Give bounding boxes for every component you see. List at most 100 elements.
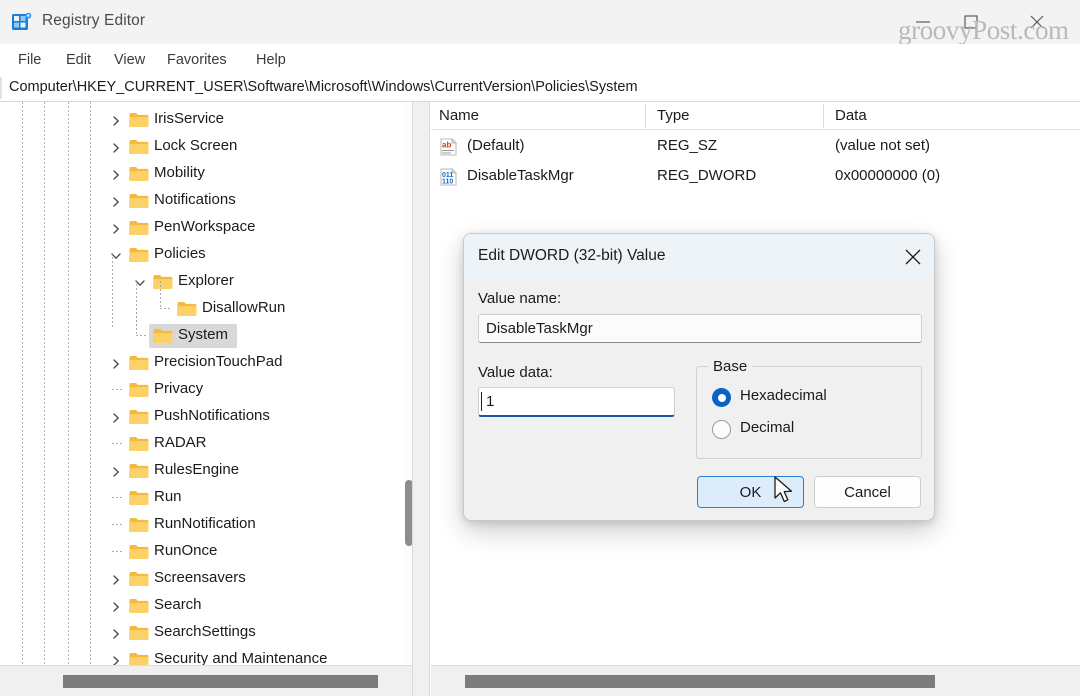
tree-item-label: PenWorkspace <box>154 218 256 235</box>
chevron-right-icon[interactable] <box>110 357 122 369</box>
chevron-right-icon[interactable] <box>110 195 122 207</box>
tree-connector <box>112 524 124 525</box>
tree-item-runnotification[interactable]: RunNotification <box>0 511 400 538</box>
tree-item-precisiontouchpad[interactable]: PrecisionTouchPad <box>0 349 400 376</box>
tree-item-searchsettings[interactable]: SearchSettings <box>0 619 400 646</box>
base-group-label: Base <box>708 358 753 375</box>
value-name: DisableTaskMgr <box>467 167 574 184</box>
tree-item-label: RunOnce <box>154 542 218 559</box>
chevron-right-icon[interactable] <box>110 114 122 126</box>
folder-icon <box>129 652 149 665</box>
folder-icon <box>129 355 149 371</box>
minimize-button[interactable] <box>900 0 946 44</box>
tree-item-label: Policies <box>154 245 206 262</box>
tree-horizontal-scrollbar-thumb[interactable] <box>63 675 378 688</box>
column-header-type[interactable]: Type <box>657 107 690 124</box>
chevron-right-icon[interactable] <box>110 627 122 639</box>
chevron-right-icon[interactable] <box>110 465 122 477</box>
tree-item-explorer[interactable]: Explorer <box>0 268 400 295</box>
value-type: REG_DWORD <box>657 167 757 184</box>
ok-button-label: OK <box>739 483 762 501</box>
folder-icon <box>153 328 173 344</box>
folder-icon <box>129 544 149 560</box>
tree-item-label: RunNotification <box>154 515 256 532</box>
address-bar[interactable]: Computer\HKEY_CURRENT_USER\Software\Micr… <box>0 75 1080 102</box>
tree-item-irisservice[interactable]: IrisService <box>0 106 400 133</box>
tree-horizontal-scrollbar[interactable] <box>0 665 412 696</box>
list-horizontal-scrollbar[interactable] <box>431 665 1080 696</box>
menu-item-help[interactable]: Help <box>252 50 290 70</box>
column-divider[interactable] <box>823 104 824 128</box>
tree-connector <box>112 497 124 498</box>
value-data-text: 1 <box>486 393 495 410</box>
tree-connector <box>112 443 124 444</box>
tree-connector <box>112 389 124 390</box>
chevron-right-icon[interactable] <box>110 141 122 153</box>
registry-path: Computer\HKEY_CURRENT_USER\Software\Micr… <box>9 79 638 95</box>
tree-item-label: RulesEngine <box>154 461 240 478</box>
value-row[interactable]: 011 110 DisableTaskMgr REG_DWORD 0x00000000 … <box>431 162 1080 192</box>
tree-item-mobility[interactable]: Mobility <box>0 160 400 187</box>
menu-item-file[interactable]: File <box>14 50 45 70</box>
tree-item-label: PrecisionTouchPad <box>154 353 283 370</box>
value-data: (value not set) <box>835 137 931 154</box>
pane-splitter[interactable] <box>412 102 430 696</box>
value-data-label: Value data: <box>478 364 553 381</box>
tree-item-runonce[interactable]: RunOnce <box>0 538 400 565</box>
tree-item-label: IrisService <box>154 110 225 127</box>
chevron-right-icon[interactable] <box>110 573 122 585</box>
value-row[interactable]: ab (Default) REG_SZ (value not set) <box>431 132 1080 162</box>
column-divider[interactable] <box>645 104 646 128</box>
radio-unselected-icon[interactable] <box>712 420 731 439</box>
chevron-right-icon[interactable] <box>110 411 122 423</box>
tree-item-notifications[interactable]: Notifications <box>0 187 400 214</box>
tree-item-label: DisallowRun <box>202 299 286 316</box>
tree-item-search[interactable]: Search <box>0 592 400 619</box>
tree-item-privacy[interactable]: Privacy <box>0 376 400 403</box>
column-header-name[interactable]: Name <box>439 107 479 124</box>
maximize-button[interactable] <box>948 0 994 44</box>
menu-item-view[interactable]: View <box>110 50 149 70</box>
ok-button[interactable]: OK <box>697 476 804 508</box>
column-header-data[interactable]: Data <box>835 107 867 124</box>
registry-editor-icon <box>12 12 32 31</box>
tree-connector <box>160 281 161 309</box>
tree-item-rulesengine[interactable]: RulesEngine <box>0 457 400 484</box>
tree-item-system[interactable]: System <box>0 308 400 349</box>
dialog-close-button[interactable] <box>890 234 934 280</box>
tree-item-run[interactable]: Run <box>0 484 400 511</box>
tree-item-lock-screen[interactable]: Lock Screen <box>0 133 400 160</box>
list-horizontal-scrollbar-thumb[interactable] <box>465 675 935 688</box>
tree-item-security-and-maintenance[interactable]: Security and Maintenance <box>0 646 400 665</box>
chevron-right-icon[interactable] <box>110 222 122 234</box>
dword-value-icon: 011 110 <box>439 167 458 186</box>
tree-item-label: Lock Screen <box>154 137 238 154</box>
folder-icon <box>129 409 149 425</box>
registry-key-tree[interactable]: IrisService Lock Screen Mobility Notificati… <box>0 102 412 665</box>
title-bar: Registry Editor groovyPost.com <box>0 0 1080 45</box>
folder-icon <box>129 571 149 587</box>
radio-dot <box>717 393 726 402</box>
tree-item-label: Run <box>154 488 182 505</box>
tree-item-pushnotifications[interactable]: PushNotifications <box>0 403 400 430</box>
folder-icon <box>129 625 149 641</box>
menu-item-edit[interactable]: Edit <box>62 50 95 70</box>
tree-item-radar[interactable]: RADAR <box>0 430 400 457</box>
tree-connector <box>112 253 113 329</box>
value-name-input[interactable]: DisableTaskMgr <box>478 314 922 343</box>
tree-item-penworkspace[interactable]: PenWorkspace <box>0 214 400 241</box>
value-data-input[interactable]: 1 <box>478 387 675 417</box>
value-name-text: DisableTaskMgr <box>486 320 593 337</box>
radio-selected-icon[interactable] <box>712 388 731 407</box>
folder-icon <box>177 301 197 317</box>
tree-item-policies[interactable]: Policies <box>0 241 400 268</box>
chevron-right-icon[interactable] <box>110 600 122 612</box>
close-button[interactable] <box>1014 0 1060 44</box>
menu-item-favorites[interactable]: Favorites <box>163 50 231 70</box>
cancel-button[interactable]: Cancel <box>814 476 921 508</box>
tree-item-screensavers[interactable]: Screensavers <box>0 565 400 592</box>
base-radio-group <box>696 366 922 459</box>
chevron-right-icon[interactable] <box>110 654 122 665</box>
chevron-right-icon[interactable] <box>110 168 122 180</box>
tree-item-disallowrun[interactable]: DisallowRun <box>0 281 400 322</box>
